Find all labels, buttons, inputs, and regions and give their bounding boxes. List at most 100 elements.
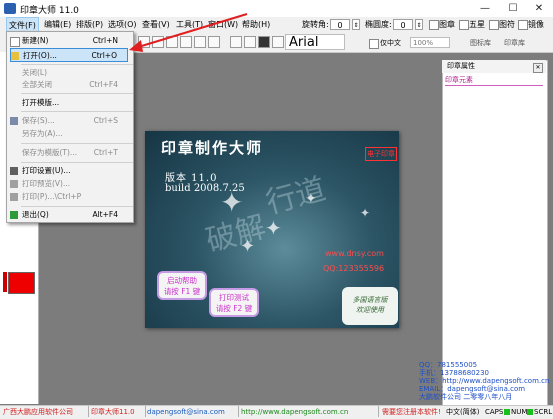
star-decoration: ✦ bbox=[305, 191, 317, 207]
print-setup-icon bbox=[10, 167, 18, 175]
stamp-check-label: 图章 bbox=[439, 20, 455, 29]
menu-item-print-preview[interactable]: 打印预览(V)... bbox=[10, 177, 128, 191]
menu-separator bbox=[21, 143, 133, 144]
word-icon[interactable] bbox=[258, 36, 270, 48]
menu-item-label: 打开模版... bbox=[22, 98, 60, 107]
star-check-label: 五星 bbox=[469, 20, 485, 29]
help-f1-button[interactable]: 启动帮助 请按 F1 键 bbox=[157, 271, 207, 300]
menu-separator bbox=[21, 162, 133, 163]
contact-web: WEB：http://www.dapengsoft.com.cn bbox=[419, 377, 550, 385]
menu-item-open[interactable]: 打开(O)... Ctrl+O bbox=[10, 48, 128, 62]
menu-item-label: 新建(N) bbox=[22, 36, 49, 45]
rotate-spinner[interactable]: ⇕ bbox=[352, 19, 360, 30]
menu-item-shortcut: Alt+F4 bbox=[92, 210, 118, 219]
ellipse-input[interactable]: 0 bbox=[393, 19, 413, 30]
rotate-input[interactable]: 0 bbox=[330, 19, 350, 30]
menu-item-print-setup[interactable]: 打印设置(U)... bbox=[10, 164, 128, 178]
splash-screen: 行道 破解 ✦ ✦ ✦ ✦ ✦ 印章制作大师 电子印章 版本 11.0 buil… bbox=[145, 131, 399, 328]
splash-url: www.dnsy.com bbox=[325, 249, 384, 258]
splash-version: 版本 11.0 bbox=[165, 173, 218, 184]
exit-icon bbox=[10, 211, 18, 219]
menu-item-exit[interactable]: 退出(Q) Alt+F4 bbox=[10, 208, 128, 222]
menu-separator bbox=[21, 111, 133, 112]
properties-panel bbox=[442, 60, 548, 407]
color-swatch[interactable] bbox=[8, 272, 35, 294]
print-preview-icon bbox=[10, 180, 18, 188]
menu-item-shortcut: Ctrl+T bbox=[93, 148, 118, 157]
close-icon[interactable]: ✕ bbox=[533, 63, 543, 73]
properties-title: 印章属性 bbox=[442, 60, 546, 73]
status-divider bbox=[145, 406, 146, 417]
annotation-arrow-icon bbox=[129, 13, 248, 52]
menu-item-shortcut: Ctrl+S bbox=[93, 116, 118, 125]
app-icon bbox=[4, 3, 16, 14]
print-icon bbox=[10, 193, 18, 201]
menu-item-shortcut: Ctrl+N bbox=[92, 36, 118, 45]
tab-stamp-library[interactable]: 印章库 bbox=[504, 38, 525, 48]
menu-edit[interactable]: 编辑(E) bbox=[42, 17, 73, 32]
menu-item-save-as[interactable]: 另存为(A)... bbox=[10, 127, 128, 141]
menu-item-shortcut: Ctrl+O bbox=[91, 51, 117, 60]
menu-item-new[interactable]: 新建(N) Ctrl+N bbox=[10, 34, 128, 48]
only-chinese-checkbox[interactable] bbox=[369, 39, 379, 49]
footer-line2: 欢迎使用 bbox=[356, 306, 384, 314]
test-btn-line1: 打印测试 bbox=[219, 293, 249, 302]
status-num: NUM bbox=[511, 408, 528, 416]
help-btn-line1: 启动帮助 bbox=[167, 276, 197, 285]
menu-file[interactable]: 文件(F) bbox=[6, 17, 39, 32]
font-select[interactable]: Arial bbox=[285, 34, 345, 50]
new-doc-icon bbox=[10, 37, 20, 47]
window-title: 印章大师 11.0 bbox=[20, 6, 79, 16]
ellipse-label: 椭圆度: bbox=[365, 20, 392, 29]
caps-indicator bbox=[504, 409, 510, 415]
symbol-checkbox[interactable] bbox=[489, 20, 499, 30]
element-tree-label[interactable]: 印章元素 bbox=[445, 76, 543, 86]
menu-item-label: 保存为模版(T)... bbox=[22, 148, 78, 157]
watermark-1: 行道 bbox=[262, 171, 330, 222]
menu-separator bbox=[21, 64, 133, 65]
splash-build: build 2008.7.25 bbox=[165, 183, 245, 194]
file-menu-dropdown: 新建(N) Ctrl+N 打开(O)... Ctrl+O 关闭(L) 全部关闭 … bbox=[6, 31, 134, 223]
splash-footer: 多国语言版 欢迎使用 bbox=[342, 287, 398, 325]
open-folder-icon bbox=[11, 52, 19, 60]
status-email[interactable]: dapengsoft@sina.com bbox=[147, 406, 225, 418]
menu-item-print[interactable]: 打印(P)...\Ctrl+P bbox=[10, 190, 128, 204]
splash-title: 印章制作大师 bbox=[161, 139, 264, 157]
rotate-label: 旋转角: bbox=[302, 20, 329, 29]
status-register[interactable]: 需要您注册本软件! bbox=[382, 406, 441, 418]
status-product: 印章大师11.0 bbox=[91, 408, 135, 416]
menu-separator bbox=[21, 93, 133, 94]
ellipse-spinner[interactable]: ⇕ bbox=[415, 19, 423, 30]
menu-item-save-template[interactable]: 保存为模版(T)... Ctrl+T bbox=[10, 146, 128, 160]
star-decoration: ✦ bbox=[240, 236, 256, 257]
menu-item-close-all[interactable]: 全部关闭 Ctrl+F4 bbox=[10, 78, 128, 92]
stamp-checkbox[interactable] bbox=[429, 20, 439, 30]
zoom-select[interactable]: 100% bbox=[410, 37, 450, 48]
menu-item-label: 另存为(A)... bbox=[22, 129, 63, 138]
status-website[interactable]: http://www.dapengsoft.com.cn bbox=[241, 406, 348, 418]
menu-item-open-template[interactable]: 打开模版... bbox=[10, 96, 128, 110]
star-checkbox[interactable] bbox=[459, 20, 469, 30]
star-decoration: ✦ bbox=[265, 216, 282, 240]
status-language: 中文(简体) bbox=[446, 408, 480, 416]
close-button[interactable]: ✕ bbox=[525, 0, 553, 17]
menu-item-label: 打印(P)...\Ctrl+P bbox=[22, 192, 82, 201]
mirror-check-label: 镜像 bbox=[528, 20, 544, 29]
minimize-button[interactable]: — bbox=[471, 0, 499, 17]
maximize-button[interactable]: ☐ bbox=[499, 0, 527, 17]
menu-item-save[interactable]: 保存(S)... Ctrl+S bbox=[10, 114, 128, 128]
status-divider bbox=[88, 406, 89, 417]
mirror-checkbox[interactable] bbox=[518, 20, 528, 30]
menu-item-label: 退出(Q) bbox=[22, 210, 49, 219]
test-btn-line2: 请按 F2 键 bbox=[215, 304, 253, 313]
print-test-f2-button[interactable]: 打印测试 请按 F2 键 bbox=[209, 288, 259, 317]
menu-layout[interactable]: 排版(P) bbox=[74, 17, 105, 32]
status-company: 广西大鹏应用软件公司 bbox=[3, 408, 73, 416]
status-scrl: SCRL bbox=[534, 408, 553, 416]
symbol-check-label: 图符 bbox=[499, 20, 515, 29]
splash-qq: QQ:123355596 bbox=[323, 264, 385, 273]
tab-icon-library[interactable]: 图标库 bbox=[470, 38, 491, 48]
menu-item-label: 打印设置(U)... bbox=[22, 166, 71, 175]
image-tool-icon[interactable] bbox=[272, 36, 284, 48]
status-divider bbox=[378, 406, 379, 417]
